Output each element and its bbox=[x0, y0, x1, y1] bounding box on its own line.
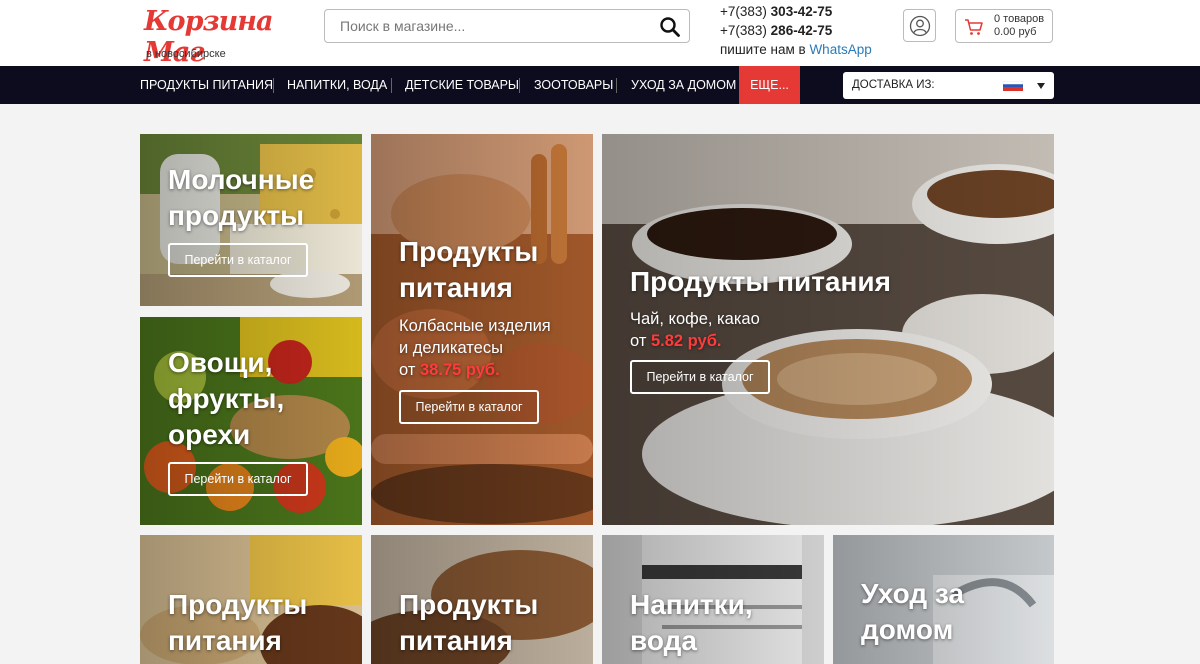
tile-title: Овощи, фрукты, орехи bbox=[168, 347, 285, 450]
cart-icon bbox=[965, 19, 983, 35]
nav-divider bbox=[273, 78, 274, 93]
cart-count: 0 товаров bbox=[994, 13, 1045, 25]
category-tile-sausages[interactable]: Продукты питания Колбасные изделия и дели… bbox=[371, 134, 593, 525]
tile-subtitle: Чай, кофе, какао от 5.82 руб. bbox=[630, 310, 760, 350]
phone-2[interactable]: +7(383) 286-42-75 bbox=[720, 21, 872, 40]
flag-icon bbox=[1003, 81, 1023, 91]
nav-item-food[interactable]: ПРОДУКТЫ ПИТАНИЯ bbox=[140, 66, 273, 104]
catalog-button[interactable]: Перейти в каталог bbox=[168, 462, 308, 496]
tile-price-line: от 38.75 руб. bbox=[399, 361, 500, 379]
tile-title: Продукты питания bbox=[168, 589, 308, 656]
category-tile-bakery[interactable]: Продукты питания bbox=[371, 535, 593, 664]
contacts: +7(383) 303-42-75 +7(383) 286-42-75 пиши… bbox=[720, 2, 872, 59]
category-tile-drinks[interactable]: Напитки, вода bbox=[602, 535, 824, 664]
search-icon[interactable] bbox=[659, 16, 681, 38]
nav-more-button[interactable]: ЕЩЕ... bbox=[739, 66, 800, 104]
tile-title: Продукты питания bbox=[399, 589, 539, 656]
tile-price: 38.75 руб. bbox=[419, 361, 500, 379]
tile-title: Уход за домом bbox=[861, 578, 965, 645]
tile-title: Продукты питания bbox=[630, 266, 891, 297]
chevron-down-icon bbox=[1037, 83, 1045, 89]
cart-sum: 0.00 руб bbox=[994, 26, 1037, 38]
search-box bbox=[324, 9, 690, 43]
tile-title: Напитки, вода bbox=[630, 589, 753, 656]
tile-price: 5.82 руб. bbox=[650, 332, 722, 350]
nav-item-drinks[interactable]: НАПИТКИ, ВОДА bbox=[287, 66, 387, 104]
whatsapp-link[interactable]: WhatsApp bbox=[809, 42, 871, 57]
category-tile-coffee[interactable]: Продукты питания Чай, кофе, какао от 5.8… bbox=[602, 134, 1054, 525]
nav-item-pets[interactable]: ЗООТОВАРЫ bbox=[534, 66, 613, 104]
account-button[interactable] bbox=[903, 9, 936, 42]
logo[interactable]: Корзина Маг в новосибирске bbox=[144, 4, 294, 68]
logo-city: в новосибирске bbox=[146, 48, 226, 60]
tile-title: Молочные продукты bbox=[168, 164, 315, 231]
nav-divider bbox=[391, 78, 392, 93]
tile-price-line: от 5.82 руб. bbox=[630, 332, 722, 350]
category-tile-dairy[interactable]: Молочные продукты Перейти в каталог bbox=[140, 134, 362, 306]
nav-item-kids[interactable]: ДЕТСКИЕ ТОВАРЫ bbox=[405, 66, 519, 104]
delivery-select[interactable]: ДОСТАВКА ИЗ: bbox=[843, 72, 1054, 99]
catalog-button[interactable]: Перейти в каталог bbox=[630, 360, 770, 394]
nav-divider bbox=[519, 78, 520, 93]
tile-title: Продукты питания bbox=[399, 236, 539, 303]
catalog-button[interactable]: Перейти в каталог bbox=[399, 390, 539, 424]
phone-1[interactable]: +7(383) 303-42-75 bbox=[720, 2, 872, 21]
catalog-button[interactable]: Перейти в каталог bbox=[168, 243, 308, 277]
delivery-label: ДОСТАВКА ИЗ: bbox=[852, 79, 935, 91]
category-tile-fastfood[interactable]: Продукты питания bbox=[140, 535, 362, 664]
whatsapp-line: пишите нам в WhatsApp bbox=[720, 42, 872, 57]
category-tile-home-care[interactable]: Уход за домом bbox=[833, 535, 1054, 664]
cart-button[interactable]: 0 товаров 0.00 руб bbox=[955, 9, 1053, 43]
user-icon bbox=[909, 15, 930, 36]
site-header: Корзина Маг в новосибирске +7(383) 303-4… bbox=[0, 0, 1200, 68]
search-input[interactable] bbox=[325, 10, 645, 42]
nav-divider bbox=[616, 78, 617, 93]
category-tile-vegetables[interactable]: Овощи, фрукты, орехи Перейти в каталог bbox=[140, 317, 362, 525]
nav-item-home-care[interactable]: УХОД ЗА ДОМОМ bbox=[631, 66, 736, 104]
tile-subtitle: Колбасные изделия и деликатесы от 38.75 … bbox=[399, 317, 551, 379]
main-nav: ПРОДУКТЫ ПИТАНИЯ НАПИТКИ, ВОДА ДЕТСКИЕ Т… bbox=[0, 66, 1200, 104]
